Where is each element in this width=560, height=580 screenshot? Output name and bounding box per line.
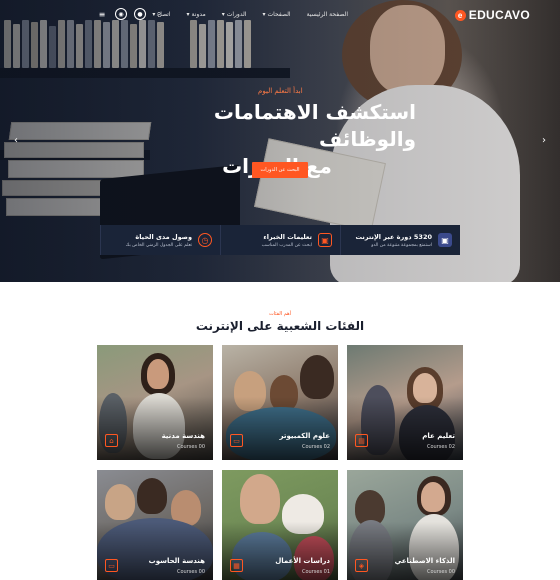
briefcase-icon: ▦ [230, 559, 243, 572]
main-nav: الصفحة الرئيسية ▾ الصفحات ▾ الدورات ▾ مدونة… [152, 11, 348, 18]
feature-expert-instruction: ▣ تعليمات الخبراء ابحث عن المدرب المناسب [220, 225, 340, 255]
nav-label: الصفحة الرئيسية [306, 11, 348, 18]
logo-text: EDUCAVO [468, 8, 530, 22]
page: e EDUCAVO الصفحة الرئيسية ▾ الصفحات ▾ الدو… [0, 0, 560, 580]
search-icon[interactable]: ⌕ [153, 8, 165, 20]
category-count: Courses 01 [301, 569, 330, 575]
hero-banner: e EDUCAVO الصفحة الرئيسية ▾ الصفحات ▾ الدو… [0, 0, 560, 282]
feature-subtitle: استمتع بمجموعة متنوعة من الدو [371, 242, 432, 248]
category-card[interactable]: ⌂ هندسة مدنية Courses 00 [97, 345, 213, 460]
category-count: Courses 00 [176, 569, 205, 575]
feature-title: تعليمات الخبراء [263, 232, 312, 241]
category-count: Courses 00 [176, 444, 205, 450]
category-card[interactable]: ▦ دراسات الأعمال Courses 01 [222, 470, 338, 580]
category-count: Courses 02 [426, 444, 455, 450]
feature-online-courses: ▣ 5320 دورة عبر الإنترنت استمتع بمجموعة … [340, 225, 460, 255]
category-count: Courses 02 [301, 444, 330, 450]
logo[interactable]: e EDUCAVO [454, 8, 530, 22]
nav-item-blog[interactable]: ▾ مدونة [187, 11, 206, 18]
chevron-down-icon: ▾ [186, 11, 190, 18]
header-tools: ≡ ◉ ● ⌕ [96, 8, 165, 20]
feature-lifetime-access: ◷ وصول مدى الحياة تعلم على الجدول الزمني… [100, 225, 220, 255]
category-card[interactable]: ▭ هندسة الحاسوب Courses 00 [97, 470, 213, 580]
computer-icon: ▭ [230, 434, 243, 447]
nav-label: الصفحات [267, 11, 291, 18]
slider-next-arrow-icon[interactable]: › [542, 135, 546, 146]
nav-item-home[interactable]: الصفحة الرئيسية [307, 11, 348, 18]
nav-label: الدورات [226, 11, 247, 18]
category-count: Courses 00 [426, 569, 455, 575]
computer-icon: ▭ [105, 559, 118, 572]
clock-icon: ◷ [198, 233, 212, 247]
engineering-icon: ⌂ [105, 434, 118, 447]
menu-icon[interactable]: ≡ [96, 8, 108, 20]
category-title: تعليم عام [422, 432, 455, 440]
chevron-down-icon: ▾ [221, 11, 225, 18]
ai-icon: ◈ [355, 559, 368, 572]
section-eyebrow: أهم الفئات [268, 311, 292, 317]
feature-title: وصول مدى الحياة [135, 232, 192, 241]
feature-strip: ▣ 5320 دورة عبر الإنترنت استمتع بمجموعة … [100, 225, 460, 255]
logo-icon: e [454, 9, 466, 21]
online-course-icon: ▣ [438, 233, 452, 247]
category-title: الذكاء الاصطناعي [394, 557, 455, 565]
cart-icon[interactable]: ● [134, 8, 146, 20]
category-card[interactable]: ▤ تعليم عام Courses 02 [347, 345, 463, 460]
nav-item-courses[interactable]: ▾ الدورات [222, 11, 247, 18]
search-courses-button[interactable]: البحث عن الدورات [252, 162, 308, 178]
nav-item-pages[interactable]: ▾ الصفحات [262, 11, 290, 18]
user-icon[interactable]: ◉ [115, 8, 127, 20]
category-title: هندسة مدنية [161, 432, 205, 440]
feature-subtitle: تعلم على الجدول الزمني الخاص بك [125, 242, 192, 248]
section-title: الفئات الشعبية على الإنترنت [195, 319, 365, 333]
instructor-icon: ▣ [318, 233, 332, 247]
feature-subtitle: ابحث عن المدرب المناسب [261, 242, 312, 248]
category-card[interactable]: ▭ علوم الكمبيوتر Courses 02 [222, 345, 338, 460]
category-title: دراسات الأعمال [275, 557, 330, 565]
hero-eyebrow: ابدأ التعلم اليوم [258, 87, 303, 95]
feature-title: 5320 دورة عبر الإنترنت [355, 232, 432, 241]
category-card[interactable]: ◈ الذكاء الاصطناعي Courses 00 [347, 470, 463, 580]
headline-line-1: استكشف الاهتمامات والوظائف [213, 100, 416, 151]
nav-label: مدونة [191, 11, 206, 18]
book-icon: ▤ [355, 434, 368, 447]
chevron-down-icon: ▾ [262, 11, 266, 18]
category-title: علوم الكمبيوتر [279, 432, 330, 440]
slider-prev-arrow-icon[interactable]: ‹ [14, 135, 18, 146]
category-title: هندسة الحاسوب [148, 557, 205, 565]
